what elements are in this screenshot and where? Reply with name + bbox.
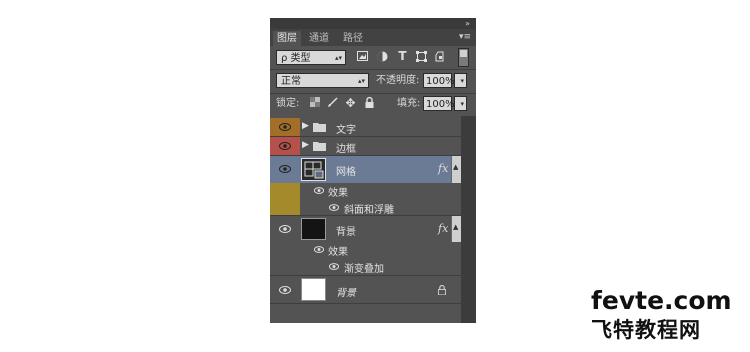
- folder-icon: [313, 142, 326, 151]
- eye-icon: [279, 142, 291, 150]
- eye-icon: [314, 187, 324, 194]
- filter-toggle-switch[interactable]: [458, 48, 469, 67]
- layer-row-group[interactable]: ▶ 文字: [270, 118, 461, 137]
- chevron-down-icon: ▾: [460, 77, 464, 85]
- layer-row[interactable]: 背景 fx ▲: [270, 216, 461, 242]
- visibility-toggle[interactable]: [270, 156, 300, 183]
- panel-menu-icon[interactable]: ▾≡: [459, 32, 471, 42]
- collapse-arrow-icon: ▲: [453, 163, 459, 171]
- collapse-icon[interactable]: »: [465, 18, 470, 29]
- blend-mode-select[interactable]: 正常 ▴▾: [276, 73, 369, 88]
- updown-arrow-icon: ▴▾: [334, 54, 342, 62]
- layer-name: 背景: [336, 288, 356, 299]
- type-filter-icon[interactable]: T: [396, 50, 409, 63]
- layer-row-group[interactable]: ▶ 边框: [270, 137, 461, 156]
- folder-icon: [313, 123, 326, 132]
- tab-layers[interactable]: 图层: [273, 31, 301, 46]
- tab-channels[interactable]: 通道: [305, 31, 333, 46]
- layer-name: 文字: [336, 125, 356, 136]
- effects-toggle-button[interactable]: ▲: [451, 156, 461, 183]
- visibility-toggle[interactable]: [270, 216, 300, 242]
- layers-scrollbar[interactable]: [461, 116, 476, 323]
- effects-row[interactable]: 效果: [270, 183, 461, 199]
- eye-icon: [314, 246, 324, 253]
- opacity-input[interactable]: 100%: [423, 73, 455, 88]
- lock-icon: [438, 285, 446, 295]
- eye-icon: [279, 225, 291, 233]
- fill-dropdown-button[interactable]: ▾: [454, 96, 467, 111]
- lock-position-icon[interactable]: ✥: [344, 97, 357, 110]
- smart-object-filter-icon[interactable]: [434, 51, 447, 64]
- effects-label: 效果: [328, 188, 348, 199]
- lock-image-pixels-icon[interactable]: [326, 97, 339, 110]
- lock-all-icon[interactable]: [363, 96, 376, 110]
- blend-mode-value: 正常: [281, 76, 301, 87]
- expand-arrow-icon[interactable]: ▶: [302, 121, 309, 131]
- adjustment-filter-icon[interactable]: [376, 51, 389, 64]
- effects-toggle-button[interactable]: ▲: [451, 216, 461, 242]
- fill-input[interactable]: 100%: [423, 96, 455, 111]
- opacity-label: 不透明度:: [376, 75, 420, 86]
- lock-transparent-pixels-icon[interactable]: [308, 97, 321, 110]
- layer-name: 背景: [336, 227, 356, 238]
- divider: [270, 93, 476, 94]
- effect-item[interactable]: 斜面和浮雕: [270, 199, 461, 216]
- image-filter-icon[interactable]: [356, 51, 369, 64]
- layers-panel: » 图层 通道 路径 ▾≡ ρ 类型 ▴▾ T 正常 ▴▾ 不透明度: 100%…: [270, 18, 476, 323]
- eye-icon: [329, 204, 339, 211]
- filter-kind-label: ρ 类型: [281, 53, 311, 64]
- eye-icon: [279, 123, 291, 131]
- eye-icon: [329, 263, 339, 270]
- tab-paths[interactable]: 路径: [339, 31, 367, 46]
- updown-arrow-icon: ▴▾: [357, 77, 365, 85]
- layer-name: 边框: [336, 144, 356, 155]
- effect-name: 渐变叠加: [344, 264, 384, 275]
- panel-top-bar[interactable]: »: [270, 18, 476, 29]
- watermark-site-name: 飞特教程网: [591, 318, 701, 342]
- effects-row[interactable]: 效果: [270, 242, 461, 258]
- lock-label: 锁定:: [276, 98, 300, 109]
- visibility-toggle[interactable]: [270, 137, 300, 155]
- layer-name: 网格: [336, 167, 356, 178]
- watermark-domain: fevte.com: [591, 286, 732, 315]
- fill-label: 填充:: [397, 98, 421, 109]
- visibility-toggle[interactable]: [270, 118, 300, 136]
- layer-thumbnail: [301, 158, 326, 181]
- layer-thumbnail: [301, 278, 326, 301]
- effects-label: 效果: [328, 247, 348, 258]
- fx-icon[interactable]: fx: [438, 162, 448, 175]
- expand-arrow-icon[interactable]: ▶: [302, 140, 309, 150]
- eye-icon: [279, 165, 291, 173]
- filter-kind-select[interactable]: ρ 类型 ▴▾: [276, 50, 346, 65]
- collapse-arrow-icon: ▲: [453, 223, 459, 231]
- opacity-dropdown-button[interactable]: ▾: [454, 73, 467, 88]
- divider: [270, 69, 476, 70]
- layer-row-selected[interactable]: 网格 fx ▲: [270, 156, 461, 183]
- panel-tabs: 图层 通道 路径 ▾≡: [270, 29, 476, 46]
- visibility-toggle[interactable]: [270, 276, 300, 303]
- chevron-down-icon: ▾: [460, 100, 464, 108]
- layer-thumbnail: [301, 218, 326, 240]
- shape-filter-icon[interactable]: [415, 51, 428, 64]
- fx-icon[interactable]: fx: [438, 222, 448, 235]
- effect-name: 斜面和浮雕: [344, 205, 394, 216]
- effect-item[interactable]: 渐变叠加: [270, 258, 461, 276]
- layer-row-background[interactable]: 背景: [270, 276, 461, 304]
- eye-icon: [279, 286, 291, 294]
